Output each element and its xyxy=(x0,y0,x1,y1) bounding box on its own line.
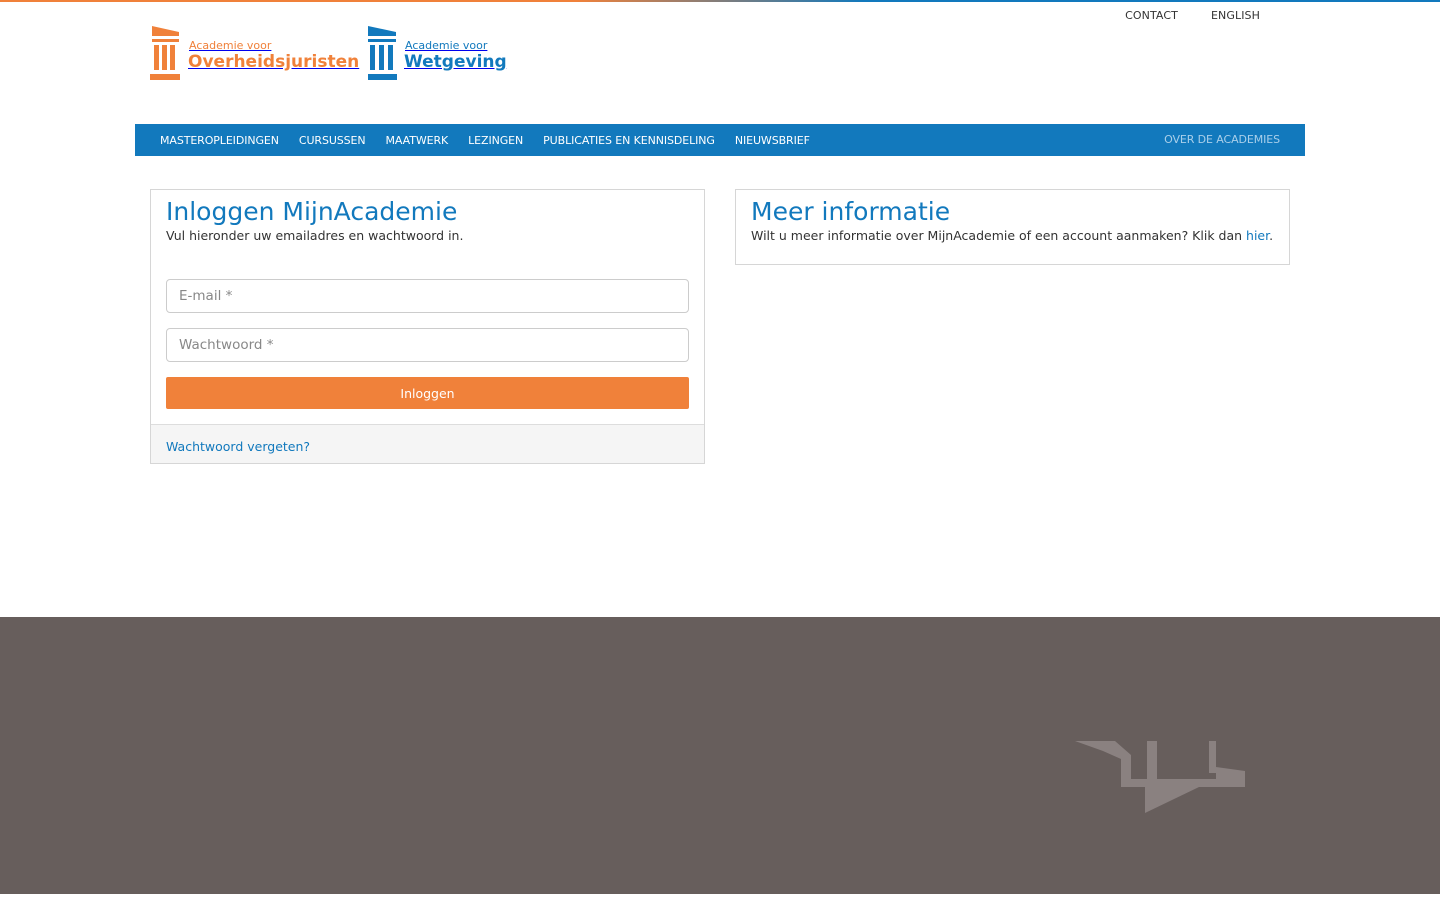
logo-academie-overheidsjuristen[interactable]: Academie voor Overheidsjuristen xyxy=(150,26,359,81)
top-accent-stripe xyxy=(0,0,1440,2)
login-title: Inloggen MijnAcademie xyxy=(166,197,458,226)
nav-item-lezingen[interactable]: LEZINGEN xyxy=(468,134,523,147)
nav-item-cursussen[interactable]: CURSUSSEN xyxy=(299,134,366,147)
logo-aow-line2: Wetgeving xyxy=(404,52,507,72)
login-panel-footer: Wachtwoord vergeten? xyxy=(151,424,704,463)
info-title: Meer informatie xyxy=(751,197,951,226)
logo-aov-line1: Academie voor xyxy=(189,39,272,52)
forgot-password-link[interactable]: Wachtwoord vergeten? xyxy=(166,439,310,454)
login-button[interactable]: Inloggen xyxy=(166,377,689,409)
login-subtitle: Vul hieronder uw emailadres en wachtwoor… xyxy=(166,228,464,243)
english-link[interactable]: ENGLISH xyxy=(1211,9,1260,22)
pillar-logo-icon xyxy=(150,26,180,80)
nav-item-publicaties[interactable]: PUBLICATIES EN KENNISDELING xyxy=(543,134,715,147)
pillar-logo-icon xyxy=(368,26,397,80)
contact-link[interactable]: CONTACT xyxy=(1125,9,1178,22)
utility-nav: CONTACT ENGLISH xyxy=(1125,9,1260,22)
info-text: Wilt u meer informatie over MijnAcademie… xyxy=(751,228,1274,243)
logo-aov-line2: Overheidsjuristen xyxy=(188,52,360,72)
info-panel: Meer informatie Wilt u meer informatie o… xyxy=(735,189,1290,265)
password-field[interactable] xyxy=(166,328,689,362)
nav-item-maatwerk[interactable]: MAATWERK xyxy=(386,134,449,147)
footer-watermark-logo-icon xyxy=(1075,741,1245,813)
nav-item-over-de-academies[interactable]: OVER DE ACADEMIES xyxy=(1164,133,1280,146)
main-nav: MASTEROPLEIDINGEN CURSUSSEN MAATWERK LEZ… xyxy=(135,124,1305,156)
logo-aow-line1: Academie voor xyxy=(405,39,488,52)
login-panel: Inloggen MijnAcademie Vul hieronder uw e… xyxy=(150,189,705,464)
info-here-link[interactable]: hier xyxy=(1246,228,1269,243)
logo-academie-wetgeving[interactable]: Academie voor Wetgeving xyxy=(368,26,507,81)
nav-item-nieuwsbrief[interactable]: NIEUWSBRIEF xyxy=(735,134,810,147)
nav-item-masteropleidingen[interactable]: MASTEROPLEIDINGEN xyxy=(160,134,279,147)
page-footer xyxy=(0,617,1440,894)
email-field[interactable] xyxy=(166,279,689,313)
